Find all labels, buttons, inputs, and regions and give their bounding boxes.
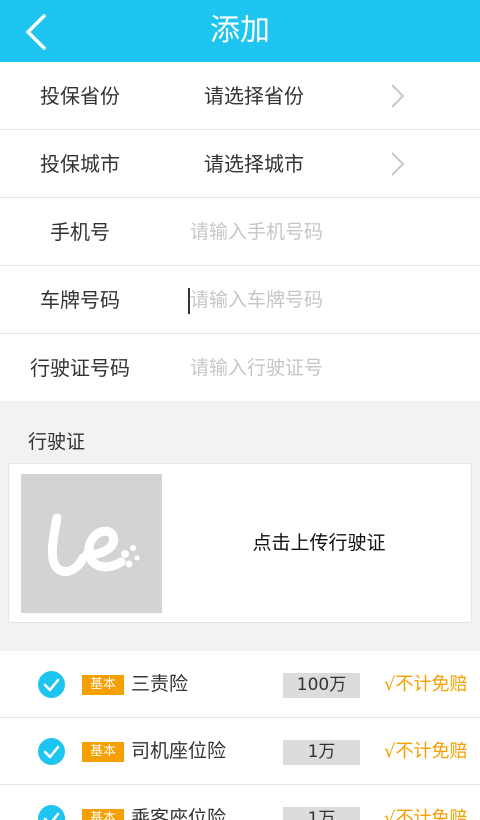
city-row[interactable]: 投保城市 请选择城市 — [0, 130, 480, 198]
no-deductible-option[interactable]: √不计免赔 — [384, 718, 467, 785]
check-icon — [43, 812, 60, 820]
chevron-right-icon — [391, 84, 405, 108]
license-upload-card[interactable]: le 点击上传行驶证 — [8, 463, 472, 623]
phone-input[interactable] — [190, 198, 420, 266]
basic-badge: 基本 — [82, 809, 124, 820]
no-deductible-option[interactable]: √不计免赔 — [384, 651, 467, 718]
license-number-row: 行驶证号码 — [0, 334, 480, 402]
app-logo: le — [47, 513, 140, 577]
check-icon — [43, 678, 60, 692]
license-number-label: 行驶证号码 — [30, 356, 130, 380]
insurance-list: 基本 三责险 100万 √不计免赔 基本 司机座位险 1万 √不计免赔 基本 乘… — [0, 651, 480, 820]
title-bar: 添加 — [0, 0, 480, 62]
insurance-row[interactable]: 基本 乘客座位险 1万 √不计免赔 — [0, 785, 480, 820]
phone-label: 手机号 — [50, 220, 110, 244]
license-image-placeholder[interactable]: le — [21, 474, 162, 613]
basic-badge: 基本 — [82, 675, 124, 695]
province-row[interactable]: 投保省份 请选择省份 — [0, 62, 480, 130]
no-deductible-option[interactable]: √不计免赔 — [384, 785, 467, 820]
plate-row: 车牌号码 — [0, 266, 480, 334]
vehicle-form: 投保省份 请选择省份 投保城市 请选择城市 手机号 车牌号码 行驶证号码 — [0, 62, 480, 402]
plate-label: 车牌号码 — [40, 288, 120, 312]
city-label: 投保城市 — [40, 152, 120, 176]
chevron-right-icon — [391, 152, 405, 176]
insurance-name: 司机座位险 — [131, 740, 227, 762]
province-label: 投保省份 — [40, 84, 120, 108]
basic-badge: 基本 — [82, 742, 124, 762]
checkbox-checked[interactable] — [38, 738, 65, 765]
checkbox-checked[interactable] — [38, 805, 65, 820]
phone-row: 手机号 — [0, 198, 480, 266]
coverage-amount[interactable]: 1万 — [283, 740, 360, 765]
insurance-row[interactable]: 基本 司机座位险 1万 √不计免赔 — [0, 718, 480, 785]
upload-license-text[interactable]: 点击上传行驶证 — [169, 464, 469, 622]
license-number-input[interactable] — [190, 334, 420, 402]
license-section-title: 行驶证 — [28, 431, 86, 453]
page-title: 添加 — [210, 13, 270, 48]
insurance-row[interactable]: 基本 三责险 100万 √不计免赔 — [0, 651, 480, 718]
insurance-name: 三责险 — [131, 673, 189, 695]
insurance-name: 乘客座位险 — [131, 807, 227, 820]
coverage-amount[interactable]: 1万 — [283, 807, 360, 820]
check-icon — [43, 745, 60, 759]
license-section: 行驶证 le 点击上传行驶证 — [0, 401, 480, 651]
plate-input[interactable] — [190, 266, 420, 334]
coverage-amount[interactable]: 100万 — [283, 673, 360, 698]
checkbox-checked[interactable] — [38, 671, 65, 698]
